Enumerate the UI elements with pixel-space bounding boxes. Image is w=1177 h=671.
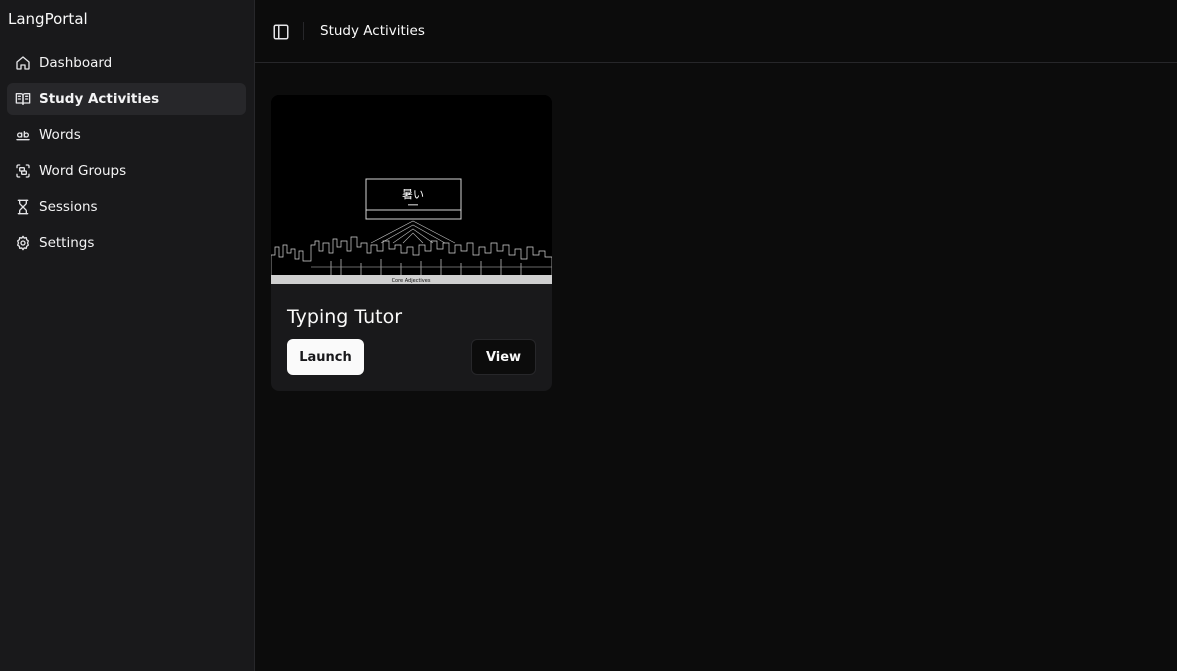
thumbnail-image: 暑い Core Adjectives [271,95,552,284]
panel-left-icon [273,24,289,40]
view-button[interactable]: View [471,339,536,375]
activity-title: Typing Tutor [287,306,403,328]
sidebar-item-settings[interactable]: Settings [7,227,246,259]
sidebar-item-study-activities[interactable]: Study Activities [7,83,246,115]
top-header: Study Activities [255,0,1177,63]
sidebar-item-label: Settings [39,235,95,251]
gear-icon [15,235,31,251]
header-separator [303,22,304,40]
sidebar-item-label: Dashboard [39,55,113,71]
whole-word-icon [15,127,31,143]
sidebar-item-dashboard[interactable]: Dashboard [7,47,246,79]
sidebar: LangPortal Dashboard Study Activities Wo… [0,0,255,671]
activity-card: 暑い Core Adjectives Typing Tutor Launch V… [271,95,552,391]
app-name: LangPortal [8,10,88,28]
page-title: Study Activities [320,23,425,39]
sidebar-item-sessions[interactable]: Sessions [7,191,246,223]
home-icon [15,55,31,71]
sidebar-nav: Dashboard Study Activities Words Word Gr… [7,47,246,263]
sidebar-toggle-button[interactable] [272,23,290,41]
sidebar-item-label: Word Groups [39,163,127,179]
sidebar-item-label: Sessions [39,199,98,215]
book-open-icon [15,91,31,107]
sidebar-item-label: Study Activities [39,91,160,107]
sidebar-item-word-groups[interactable]: Word Groups [7,155,246,187]
thumbnail-word: 暑い [402,188,424,201]
launch-button[interactable]: Launch [287,339,364,375]
hourglass-icon [15,199,31,215]
group-icon [15,163,31,179]
activity-thumbnail: 暑い Core Adjectives [271,95,552,284]
sidebar-item-label: Words [39,127,81,143]
thumbnail-status-label: Core Adjectives [392,278,431,284]
sidebar-item-words[interactable]: Words [7,119,246,151]
